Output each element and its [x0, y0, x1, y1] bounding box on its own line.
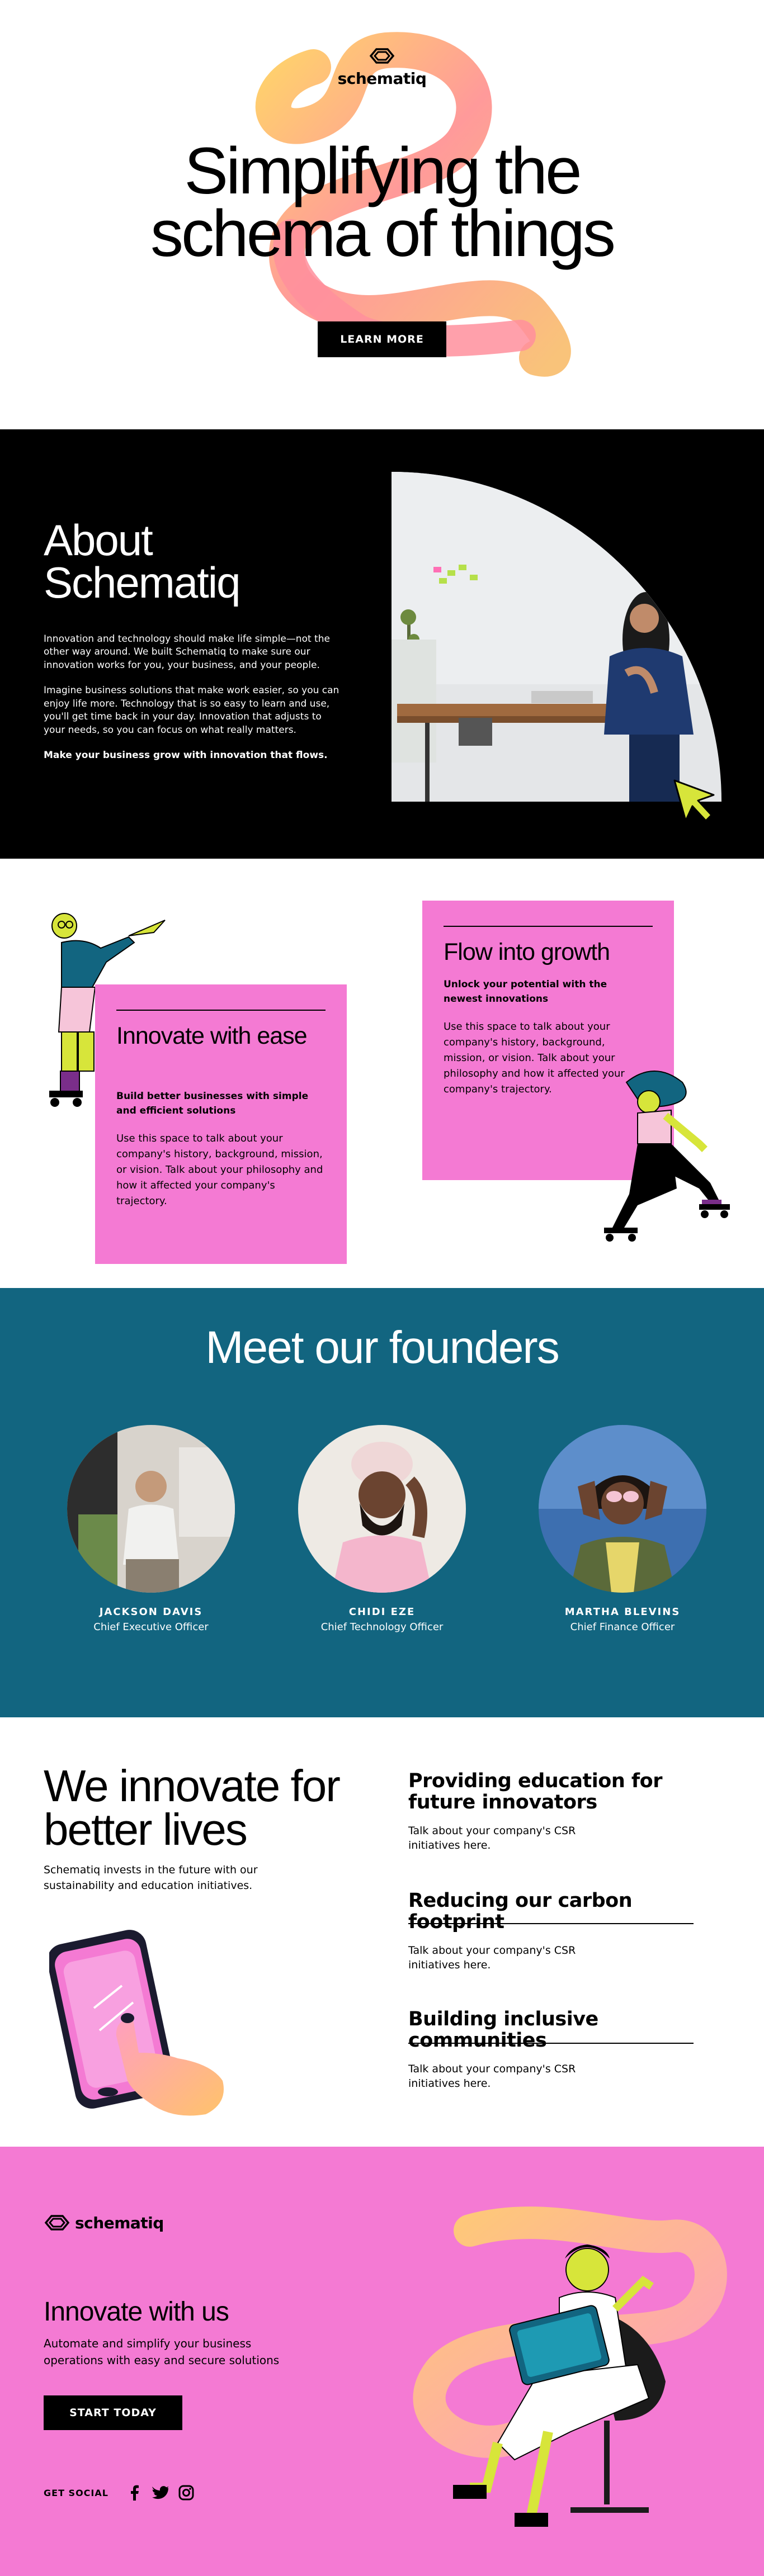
card-subtitle: Build better businesses with simple and … — [116, 1091, 309, 1116]
card-divider — [116, 1010, 326, 1011]
about-body: Innovation and technology should make li… — [44, 633, 340, 775]
initiative-communities: Building inclusive communities Talk abou… — [408, 2009, 694, 2091]
about-title: About Schematiq — [44, 515, 241, 608]
founder-card: JACKSON DAVIS Chief Executive Officer — [56, 1425, 246, 1633]
initiative-title: Reducing our carbon footprint — [408, 1890, 633, 1933]
learn-more-button[interactable]: LEARN MORE — [318, 321, 446, 357]
founders-section: Meet our founders JACKSON DAVIS Chief Ex… — [0, 1288, 764, 1717]
founder-card: CHIDI EZE Chief Technology Officer — [287, 1425, 477, 1633]
start-today-button[interactable]: START TODAY — [44, 2395, 182, 2430]
founder-photo-chidi — [298, 1425, 466, 1593]
brand-name: schematiq — [75, 2213, 164, 2232]
cta-illustration — [413, 2206, 727, 2527]
initiative-education: Providing education for future innovator… — [408, 1770, 694, 1924]
schematiq-logo-icon — [369, 48, 395, 64]
founders-title: Meet our founders — [205, 1322, 560, 1373]
card-divider — [444, 926, 653, 927]
founder-card: MARTHA BLEVINS Chief Finance Officer — [527, 1425, 718, 1633]
phone-tap-illustration — [49, 1930, 224, 2116]
brand-logo[interactable]: schematiq — [0, 46, 764, 88]
twitter-icon[interactable] — [151, 2483, 170, 2502]
csr-subtitle: Schematiq invests in the future with our… — [44, 1864, 258, 1892]
founder-role: Chief Technology Officer — [320, 1621, 444, 1633]
card-body: Use this space to talk about your compan… — [116, 1133, 323, 1207]
feature-card-innovate: Innovate with ease Build better business… — [95, 984, 347, 1264]
about-section: About Schematiq Innovation and technolog… — [0, 429, 764, 859]
hero-title: Simplifying the schema of things — [0, 134, 764, 271]
cursor-arrow-icon — [673, 779, 715, 822]
cta-section: schematiq Innovate with us Automate and … — [0, 2147, 764, 2576]
initiative-body: Talk about your company's CSR initiative… — [408, 1824, 576, 1852]
social-links: GET SOCIAL — [44, 2483, 202, 2502]
features-section: Innovate with ease Build better business… — [0, 859, 764, 1288]
founder-role: Chief Executive Officer — [93, 1621, 209, 1633]
founder-name: MARTHA BLEVINS — [564, 1606, 681, 1618]
about-paragraph: Imagine business solutions that make wor… — [44, 685, 339, 736]
founder-role: Chief Finance Officer — [570, 1621, 675, 1633]
instagram-icon[interactable] — [177, 2483, 196, 2502]
founder-photo-jackson — [67, 1425, 235, 1593]
skater-illustration-right — [604, 1071, 730, 1242]
facebook-icon[interactable] — [125, 2483, 144, 2502]
brand-name: schematiq — [337, 69, 427, 88]
get-social-label: GET SOCIAL — [44, 2487, 109, 2498]
initiative-body: Talk about your company's CSR initiative… — [408, 1944, 576, 1972]
cta-brand-logo[interactable]: schematiq — [44, 2213, 164, 2233]
cta-subtitle: Automate and simplify your business oper… — [44, 2337, 280, 2367]
cta-title: Innovate with us — [44, 2297, 229, 2327]
card-body: Use this space to talk about your compan… — [444, 1021, 625, 1095]
about-office-photo — [392, 472, 721, 802]
card-title: Flow into growth — [444, 939, 610, 965]
hero-title-line1: Simplifying the — [184, 134, 582, 208]
about-paragraph: Innovation and technology should make li… — [44, 633, 330, 671]
csr-title: We innovate for better lives — [44, 1761, 341, 1855]
schematiq-logo-icon — [44, 2215, 70, 2231]
hero-title-line2: schema of things — [150, 197, 616, 271]
initiative-title: Providing education for future innovator… — [408, 1770, 662, 1813]
initiative-title: Building inclusive communities — [408, 2008, 598, 2052]
founder-photo-martha — [539, 1425, 706, 1593]
hero-section: schematiq Simplifying the schema of thin… — [0, 0, 764, 429]
initiative-carbon: Reducing our carbon footprint Talk about… — [408, 1890, 694, 2044]
initiative-body: Talk about your company's CSR initiative… — [408, 2062, 576, 2090]
about-tagline: Make your business grow with innovation … — [44, 750, 328, 761]
card-title: Innovate with ease — [116, 1022, 308, 1049]
founder-name: CHIDI EZE — [348, 1606, 416, 1618]
card-subtitle: Unlock your potential with the newest in… — [444, 979, 607, 1005]
founder-name: JACKSON DAVIS — [99, 1606, 203, 1618]
csr-section: We innovate for better lives Schematiq i… — [0, 1717, 764, 2147]
